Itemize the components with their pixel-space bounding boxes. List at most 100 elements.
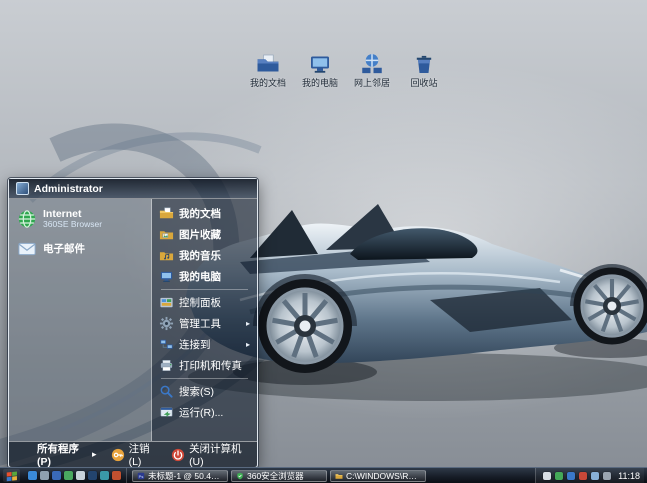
windows-logo-icon (6, 470, 18, 482)
start-menu-item-connect-to[interactable]: 连接到 ▸ (152, 334, 257, 355)
user-name: Administrator (34, 183, 103, 195)
search-icon (159, 384, 174, 399)
menu-item-label: 搜索(S) (179, 384, 214, 399)
user-avatar-icon (16, 182, 29, 195)
tray-icon[interactable] (555, 472, 563, 480)
start-menu-item-control-panel[interactable]: 控制面板 (152, 292, 257, 313)
start-menu-item-text: 电子邮件 (43, 243, 85, 255)
computer-icon (308, 52, 332, 76)
start-menu-body: Internet360SE Browser 电子邮件 我的文档图片收藏我的音乐我的… (9, 199, 257, 441)
all-programs-button[interactable]: 所有程序(P) ▸ (37, 441, 97, 468)
tray-icon[interactable] (603, 472, 611, 480)
item-title: 电子邮件 (43, 243, 85, 255)
computer-small-icon (159, 269, 174, 284)
menu-item-label: 我的电脑 (179, 269, 221, 284)
start-menu-item-folder-pictures[interactable]: 图片收藏 (152, 224, 257, 245)
menu-item-label: 连接到 (179, 337, 211, 352)
quick-launch-bar (23, 468, 127, 483)
start-menu-item-folder-music[interactable]: 我的音乐 (152, 245, 257, 266)
internet-globe-icon (17, 209, 37, 229)
start-menu-item-folder-documents-small[interactable]: 我的文档 (152, 203, 257, 224)
folder-music-icon (159, 248, 174, 263)
start-menu-item-admin-tools[interactable]: 管理工具 ▸ (152, 313, 257, 334)
menu-item-label: 控制面板 (179, 295, 221, 310)
tray-icon[interactable] (543, 472, 551, 480)
start-menu-item-printer[interactable]: 打印机和传真 (152, 355, 257, 376)
taskbar-task-photoshop[interactable]: Ps 未标题-1 @ 50.4%... (132, 470, 228, 482)
tray-icon[interactable] (567, 472, 575, 480)
menu-item-label: 我的音乐 (179, 248, 221, 263)
desktop-screen: 我的文档我的电脑网上邻居回收站 Administrator Internet36… (0, 0, 647, 483)
printer-icon (159, 358, 174, 373)
folder-open-icon (335, 472, 343, 480)
menu-item-label: 管理工具 (179, 316, 221, 331)
run-icon (159, 405, 174, 420)
session-controls: 注销(L) 关闭计算机(U) (111, 441, 249, 468)
svg-text:Ps: Ps (139, 473, 144, 478)
start-menu: Administrator Internet360SE Browser 电子邮件 … (8, 178, 258, 468)
quick-launch-icon[interactable] (64, 471, 73, 480)
start-menu-item-search[interactable]: 搜索(S) (152, 381, 257, 402)
tray-icon[interactable] (579, 472, 587, 480)
folder-documents-icon (256, 52, 280, 76)
recycle-bin-icon (412, 52, 436, 76)
submenu-arrow-icon: ▸ (246, 319, 250, 328)
start-menu-item-run[interactable]: 运行(R)... (152, 402, 257, 423)
admin-tools-icon (159, 316, 174, 331)
desktop-icon-computer[interactable]: 我的电脑 (295, 52, 345, 89)
desktop-icon-label: 回收站 (410, 79, 437, 89)
shut-down-label: 关闭计算机(U) (189, 441, 249, 468)
start-menu-item-computer-small[interactable]: 我的电脑 (152, 266, 257, 287)
taskbar-task-shield-360[interactable]: 360安全浏览器 (231, 470, 327, 482)
system-tray: 11:18 (535, 468, 644, 483)
mail-icon (17, 239, 37, 259)
menu-item-label: 打印机和传真 (179, 358, 242, 373)
quick-launch-icon[interactable] (76, 471, 85, 480)
taskbar: Ps 未标题-1 @ 50.4%... 360安全浏览器 C:\WINDOWS\Res… (0, 467, 647, 483)
desktop-icon-recycle-bin[interactable]: 回收站 (399, 52, 449, 89)
task-label: C:\WINDOWS\Reso... (346, 471, 421, 481)
network-icon (360, 52, 384, 76)
folder-pictures-icon (159, 227, 174, 242)
quick-launch-show-desktop-icon[interactable] (40, 471, 49, 480)
shut-down-button[interactable]: 关闭计算机(U) (171, 441, 249, 468)
desktop-icon-label: 我的文档 (250, 79, 286, 89)
start-menu-item-mail[interactable]: 电子邮件 (13, 237, 147, 261)
submenu-arrow-icon: ▸ (246, 340, 250, 349)
desktop-icon-folder-documents[interactable]: 我的文档 (243, 52, 293, 89)
taskbar-clock: 11:18 (618, 471, 640, 481)
tray-icon[interactable] (591, 472, 599, 480)
quick-launch-icon[interactable] (52, 471, 61, 480)
submenu-arrow-icon: ▸ (92, 449, 97, 460)
start-menu-right-column: 我的文档图片收藏我的音乐我的电脑控制面板管理工具 ▸ 连接到 ▸ 打印机和传真搜索(S)… (152, 199, 257, 441)
control-panel-icon (159, 295, 174, 310)
menu-item-label: 图片收藏 (179, 227, 221, 242)
menu-item-label: 运行(R)... (179, 405, 223, 420)
quick-launch-ie-icon[interactable] (28, 471, 37, 480)
menu-separator (161, 378, 248, 379)
task-label: 360安全浏览器 (247, 470, 304, 482)
quick-launch-icon[interactable] (112, 471, 121, 480)
start-menu-item-internet-globe[interactable]: Internet360SE Browser (13, 206, 147, 232)
desktop-icon-network[interactable]: 网上邻居 (347, 52, 397, 89)
menu-separator (161, 289, 248, 290)
taskbar-task-area: Ps 未标题-1 @ 50.4%... 360安全浏览器 C:\WINDOWS\Res… (130, 470, 532, 482)
quick-launch-icon[interactable] (100, 471, 109, 480)
taskbar-task-folder-open[interactable]: C:\WINDOWS\Reso... (330, 470, 426, 482)
log-off-key-icon (111, 448, 125, 462)
connect-to-icon (159, 337, 174, 352)
task-label: 未标题-1 @ 50.4%... (148, 470, 223, 482)
desktop-icon-area: 我的文档 我的电脑网上邻居回收站 (243, 52, 449, 89)
quick-launch-icon[interactable] (88, 471, 97, 480)
start-menu-left-column: Internet360SE Browser 电子邮件 (9, 199, 152, 441)
start-button[interactable] (3, 469, 20, 482)
folder-documents-small-icon (159, 206, 174, 221)
log-off-button[interactable]: 注销(L) (111, 441, 158, 468)
item-subtitle: 360SE Browser (43, 220, 102, 230)
power-icon (171, 448, 185, 462)
log-off-label: 注销(L) (129, 441, 158, 468)
tray-icon-group (543, 472, 611, 480)
desktop-icon-label: 我的电脑 (302, 79, 338, 89)
start-menu-bottom-bar: 所有程序(P) ▸ 注销(L) 关闭计算机(U) (9, 441, 257, 467)
start-menu-item-text: Internet360SE Browser (43, 208, 102, 230)
